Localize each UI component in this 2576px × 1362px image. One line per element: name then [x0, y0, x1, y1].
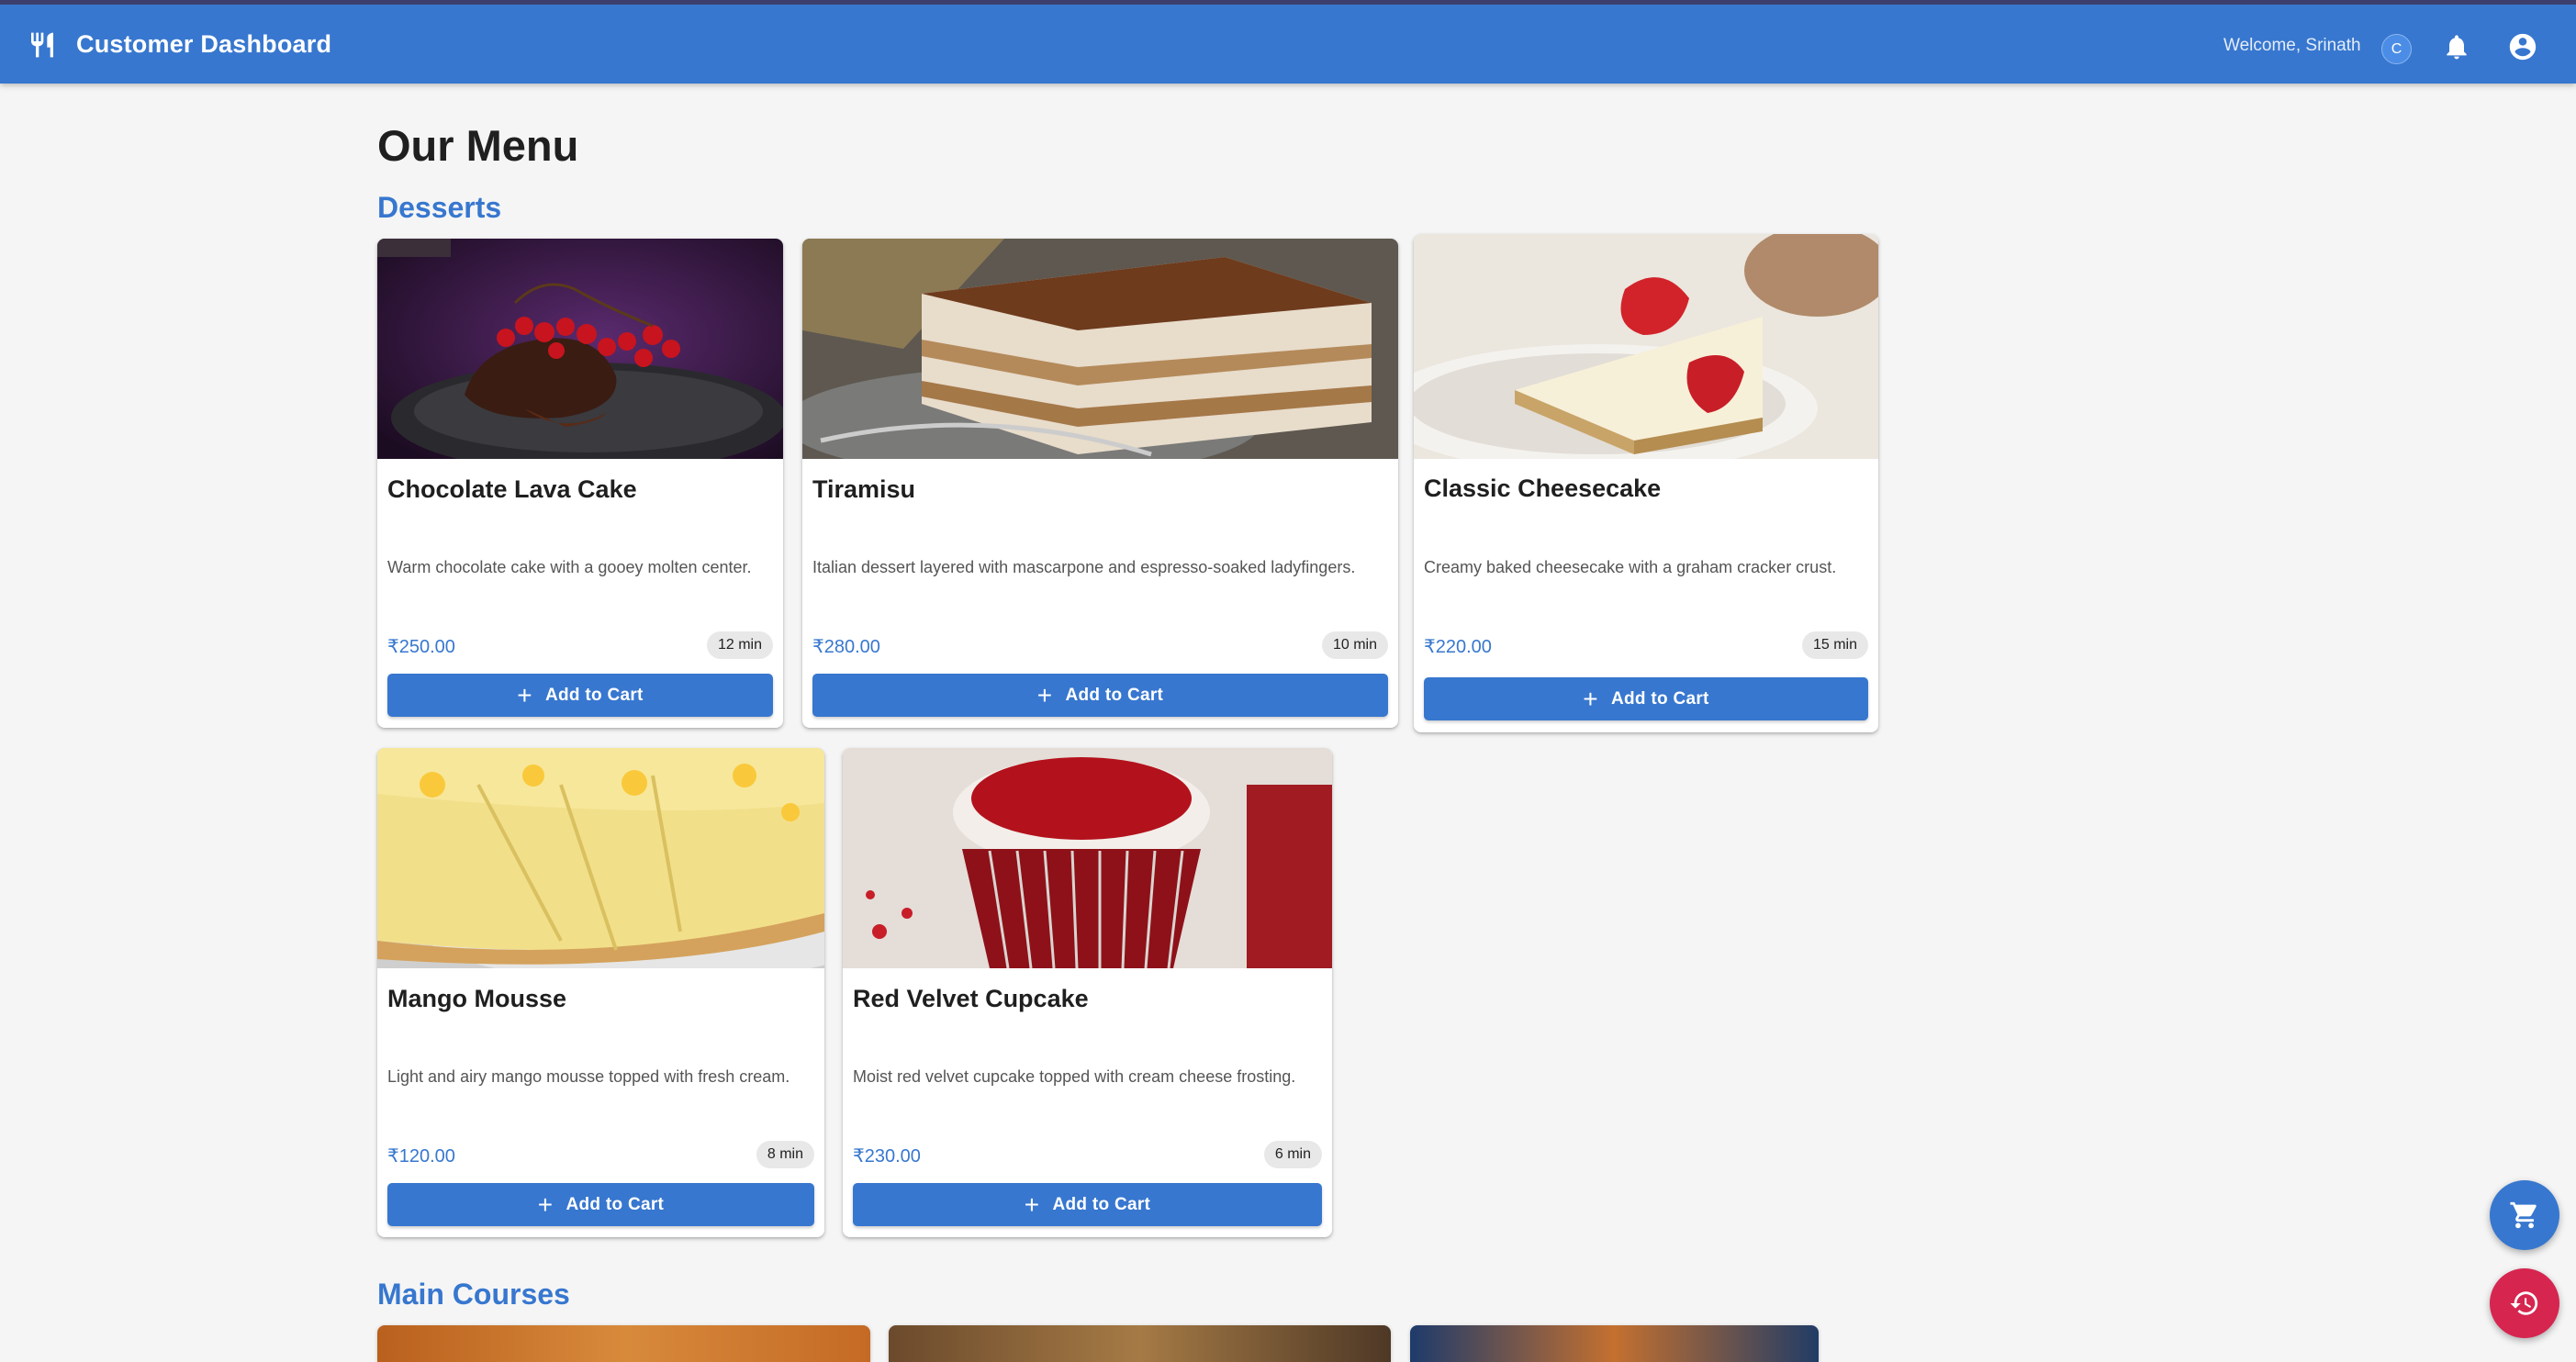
history-icon	[2510, 1291, 2538, 1315]
dish-description: Moist red velvet cupcake topped with cre…	[853, 1067, 1296, 1086]
menu-card: Tiramisu Italian dessert layered with ma…	[802, 239, 1398, 728]
add-to-cart-button[interactable]: + Add to Cart	[387, 674, 773, 717]
prep-time-badge: 8 min	[756, 1141, 814, 1168]
prep-time-badge: 10 min	[1321, 631, 1388, 659]
dish-description: Creamy baked cheesecake with a graham cr…	[1424, 558, 1837, 576]
notifications-icon[interactable]	[2442, 32, 2471, 61]
dish-name: Tiramisu	[812, 475, 916, 503]
prep-time-badge: 15 min	[1801, 631, 1868, 659]
menu-card: Classic Cheesecake Creamy baked cheeseca…	[1414, 234, 1878, 732]
dish-name: Classic Cheesecake	[1424, 474, 1662, 502]
dish-price: ₹230.00	[853, 1146, 921, 1167]
plus-icon: +	[1583, 684, 1598, 713]
plus-icon: +	[1024, 1189, 1040, 1219]
app-bar: Customer Dashboard Welcome, Srinath C	[0, 0, 2576, 84]
dish-price: ₹220.00	[1424, 637, 1492, 657]
prep-time-badge: 12 min	[706, 631, 773, 659]
dish-price: ₹280.00	[812, 637, 880, 657]
dish-image	[377, 748, 824, 968]
add-to-cart-button[interactable]: + Add to Cart	[812, 674, 1388, 717]
cart-fab-button[interactable]	[2490, 1180, 2559, 1250]
page-title: Our Menu	[377, 121, 579, 170]
menu-card-image-peek	[377, 1325, 870, 1362]
account-circle-icon[interactable]	[2507, 31, 2538, 62]
dish-description: Warm chocolate cake with a gooey molten …	[387, 558, 752, 576]
shopping-cart-icon	[2510, 1201, 2537, 1229]
plus-icon: +	[1036, 680, 1053, 709]
section-title-desserts: Desserts	[377, 191, 502, 224]
dish-description: Italian dessert layered with mascarpone …	[812, 558, 1356, 576]
dish-price: ₹250.00	[387, 637, 455, 657]
restaurant-icon	[31, 32, 53, 58]
dish-description: Light and airy mango mousse topped with …	[387, 1067, 790, 1086]
menu-card-image-peek	[889, 1325, 1391, 1362]
add-to-cart-label: Add to Cart	[544, 685, 644, 705]
dish-image	[377, 239, 783, 459]
menu-card: Mango Mousse Light and airy mango mousse…	[377, 748, 824, 1237]
add-to-cart-label: Add to Cart	[1610, 688, 1709, 709]
add-to-cart-label: Add to Cart	[1065, 685, 1164, 705]
plus-icon: +	[517, 680, 532, 709]
section-title-main-courses: Main Courses	[377, 1278, 570, 1311]
menu-card: Chocolate Lava Cake Warm chocolate cake …	[377, 239, 783, 728]
prep-time-badge: 6 min	[1263, 1141, 1322, 1168]
plus-icon: +	[537, 1189, 554, 1219]
add-to-cart-label: Add to Cart	[1052, 1194, 1151, 1214]
menu-card-image-peek	[1410, 1325, 1819, 1362]
dish-name: Chocolate Lava Cake	[387, 475, 637, 503]
add-to-cart-button[interactable]: + Add to Cart	[1424, 677, 1868, 720]
menu-card: Red Velvet Cupcake Moist red velvet cupc…	[843, 748, 1332, 1237]
add-to-cart-button[interactable]: + Add to Cart	[853, 1183, 1322, 1226]
add-to-cart-label: Add to Cart	[566, 1194, 665, 1214]
dish-image	[1414, 234, 1878, 459]
dish-image	[802, 239, 1398, 459]
app-title: Customer Dashboard	[76, 30, 332, 58]
dish-name: Mango Mousse	[387, 985, 567, 1012]
welcome-text: Welcome, Srinath	[2223, 36, 2361, 55]
order-history-fab-button[interactable]	[2490, 1268, 2559, 1338]
dish-image	[843, 748, 1332, 968]
dish-price: ₹120.00	[387, 1146, 455, 1167]
dish-name: Red Velvet Cupcake	[853, 985, 1089, 1012]
add-to-cart-button[interactable]: + Add to Cart	[387, 1183, 814, 1226]
avatar[interactable]: C	[2381, 34, 2412, 64]
